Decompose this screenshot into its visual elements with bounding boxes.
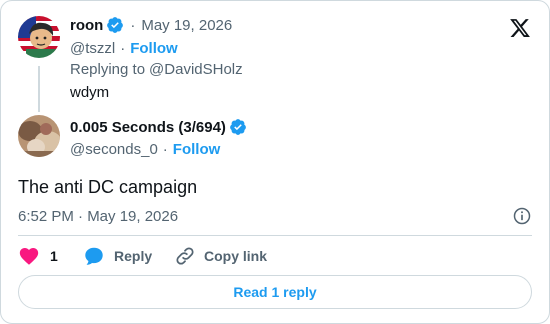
reply-label: Reply bbox=[114, 248, 153, 264]
speech-bubble-icon bbox=[85, 247, 103, 265]
divider bbox=[18, 235, 532, 236]
reply-timestamp[interactable]: 6:52 PM · May 19, 2026 bbox=[18, 208, 178, 225]
follow-button[interactable]: Follow bbox=[130, 40, 178, 57]
reply-author-row: 0.005 Seconds (3/694) bbox=[70, 117, 247, 137]
heart-icon bbox=[19, 248, 39, 265]
info-icon[interactable] bbox=[512, 206, 532, 226]
reply-handle-row: @seconds_0 · Follow bbox=[70, 139, 220, 159]
reply-handle[interactable]: @seconds_0 bbox=[70, 141, 158, 158]
like-button[interactable]: 1 bbox=[18, 245, 58, 267]
x-logo-icon[interactable] bbox=[509, 17, 531, 39]
reply-timestamp-row: 6:52 PM · May 19, 2026 bbox=[18, 206, 178, 226]
replying-to-line: Replying to @DavidSHolz bbox=[70, 59, 243, 79]
read-replies-button[interactable]: Read 1 reply bbox=[18, 275, 532, 309]
reply-author-name[interactable]: 0.005 Seconds (3/694) bbox=[70, 119, 226, 136]
link-icon bbox=[176, 247, 194, 265]
roon-avatar[interactable] bbox=[18, 16, 60, 58]
parent-handle[interactable]: @tszzl bbox=[70, 40, 115, 57]
separator-dot: · bbox=[130, 16, 136, 34]
reply-button[interactable]: Reply bbox=[83, 245, 152, 267]
verified-badge-icon bbox=[229, 118, 247, 136]
tweet-embed-card: roon · May 19, 2026 @tszzl · Follow Repl… bbox=[0, 0, 550, 324]
read-replies-label: Read 1 reply bbox=[233, 284, 317, 300]
follow-button[interactable]: Follow bbox=[173, 141, 221, 158]
like-count: 1 bbox=[50, 248, 58, 264]
copy-link-label: Copy link bbox=[204, 248, 268, 264]
parent-handle-row: @tszzl · Follow bbox=[70, 38, 178, 58]
separator-dot: · bbox=[120, 39, 126, 57]
copy-link-button[interactable]: Copy link bbox=[174, 245, 267, 267]
replying-prefix: Replying to bbox=[70, 60, 146, 78]
replying-to-handle[interactable]: @DavidSHolz bbox=[149, 61, 243, 78]
seconds-avatar[interactable] bbox=[18, 115, 60, 157]
separator-dot: · bbox=[162, 140, 168, 158]
thread-connector-line bbox=[38, 66, 40, 112]
parent-author-row: roon · May 19, 2026 bbox=[70, 15, 232, 35]
parent-author-name[interactable]: roon bbox=[70, 17, 103, 34]
verified-badge-icon bbox=[106, 16, 124, 34]
parent-tweet-text: wdym bbox=[70, 83, 110, 101]
reply-tweet-text: The anti DC campaign bbox=[18, 176, 198, 197]
parent-date[interactable]: May 19, 2026 bbox=[141, 17, 232, 34]
